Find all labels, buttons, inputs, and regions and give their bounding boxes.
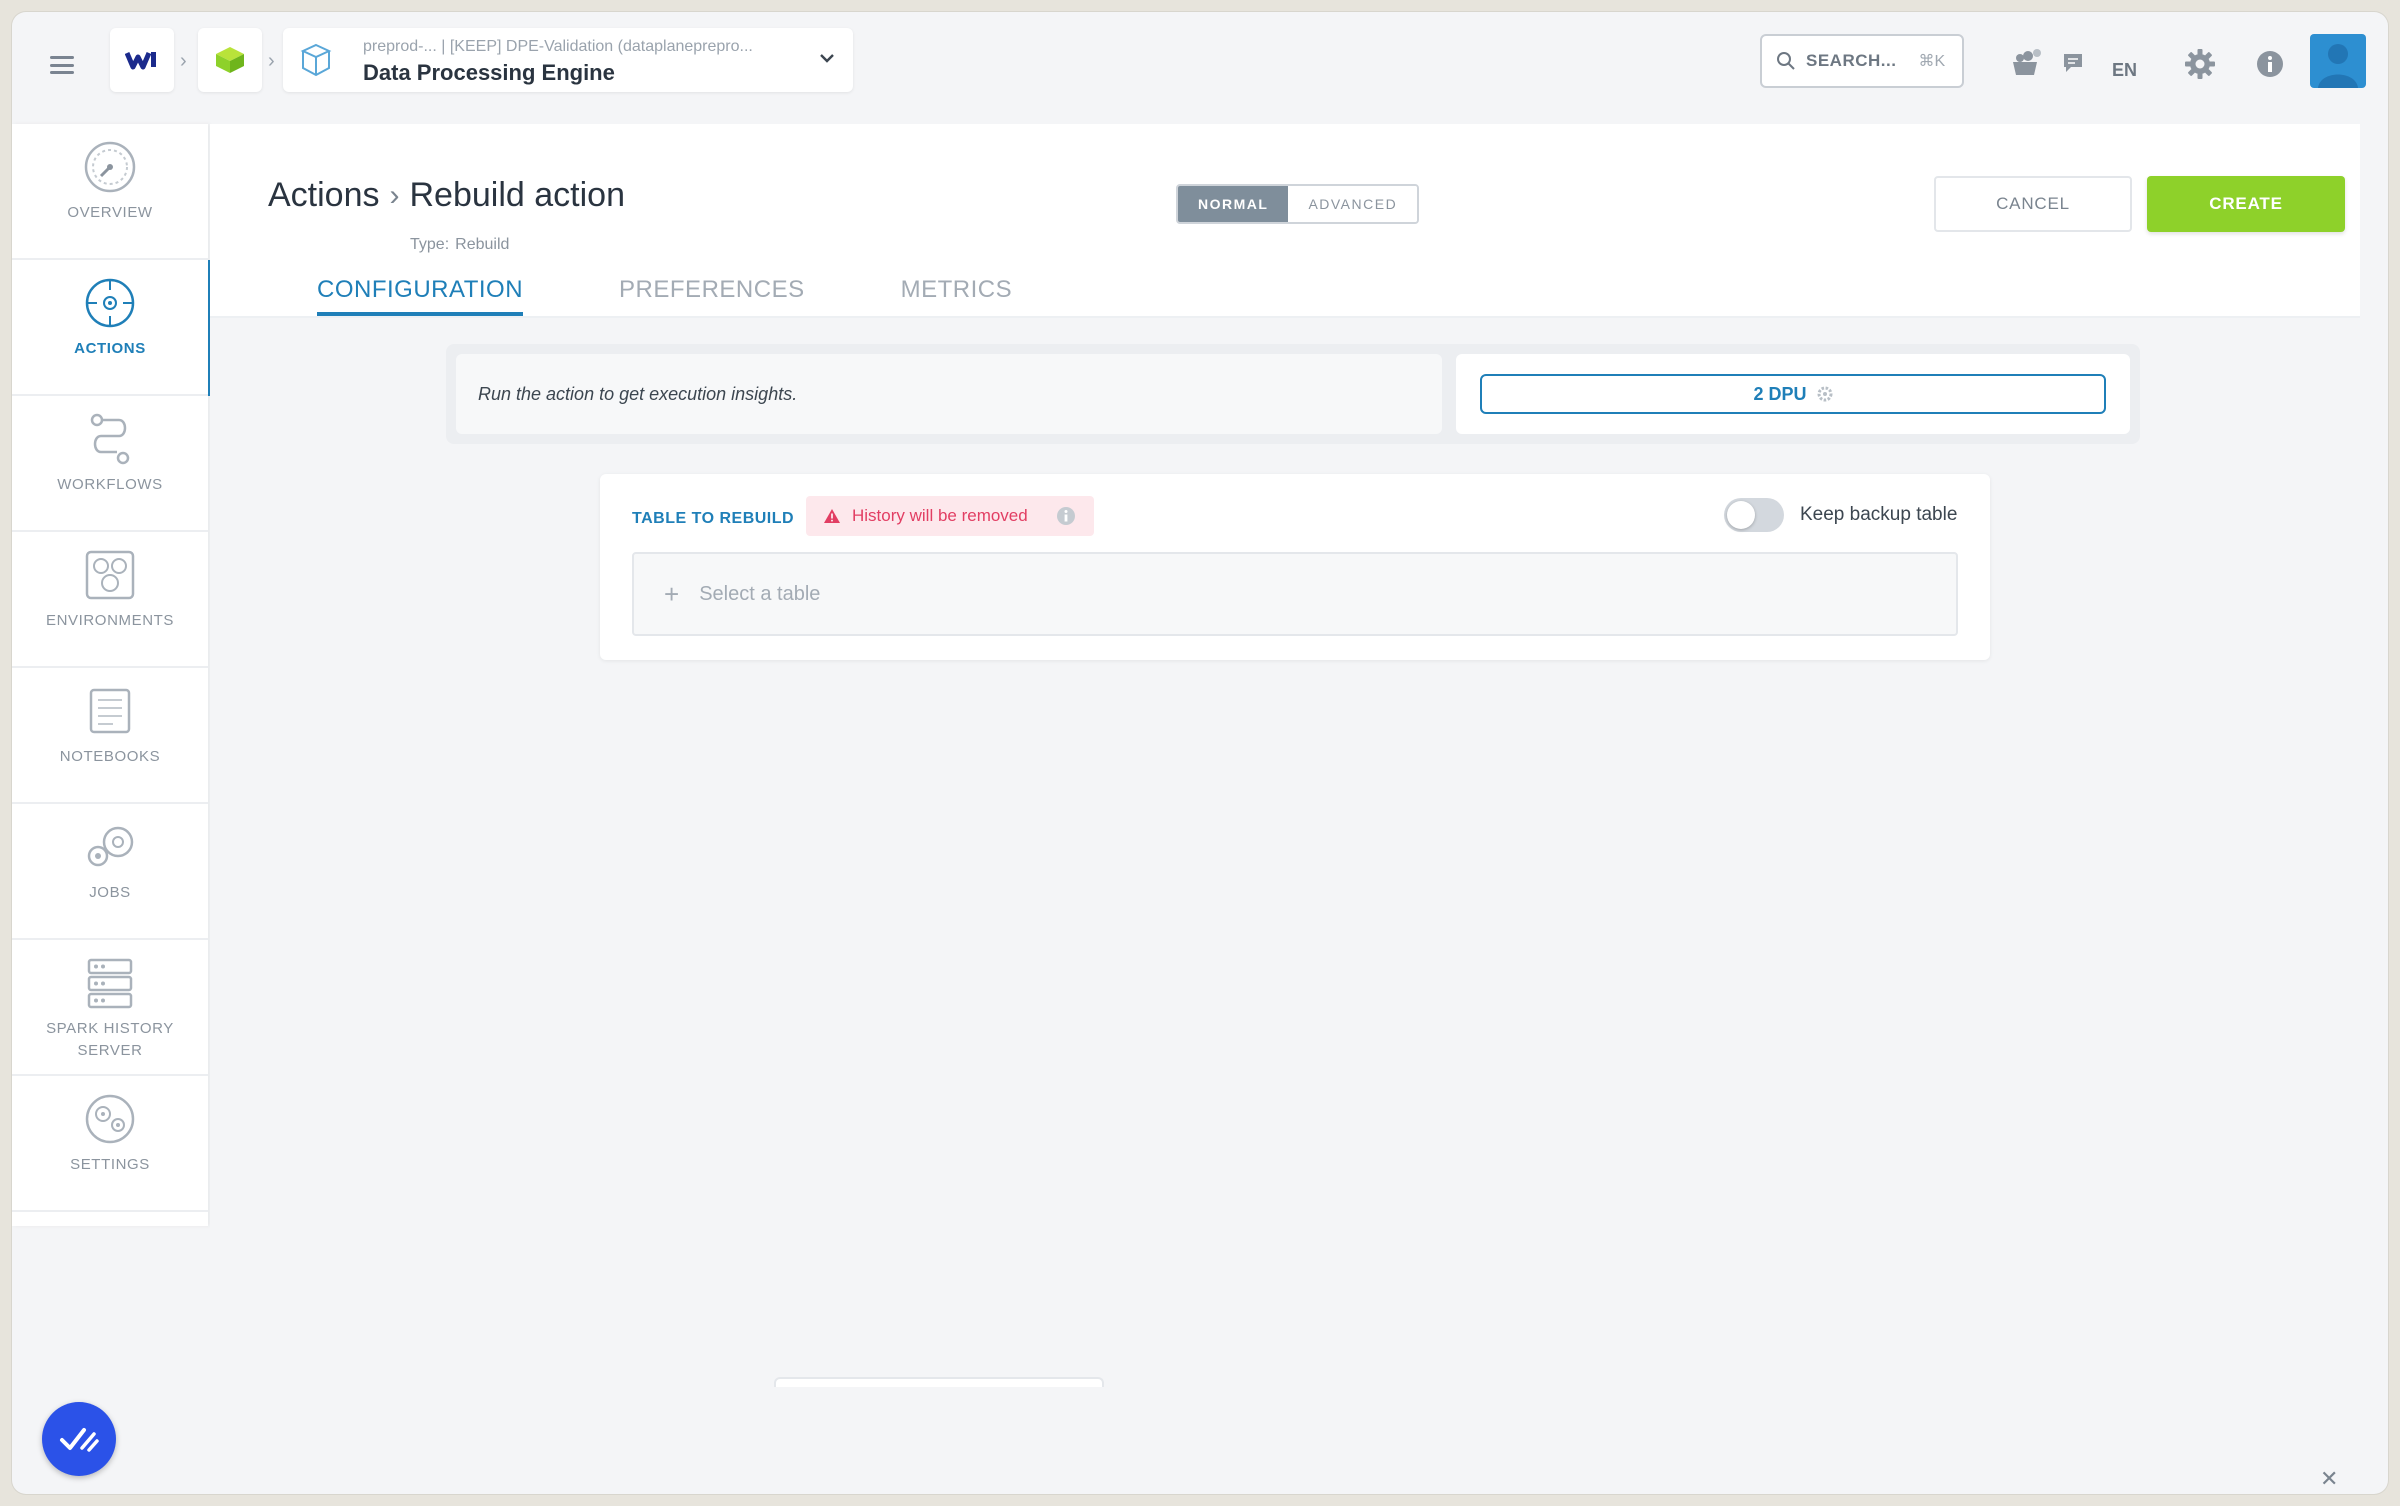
sidebar-item-label: JOBS: [89, 884, 131, 901]
breadcrumb-root[interactable]: Actions: [268, 176, 380, 215]
sidebar-item-environments[interactable]: ENVIRONMENTS: [12, 532, 208, 668]
page-title: Rebuild action: [409, 176, 625, 214]
app-window: › › preprod-... | [KEEP] DPE-Validation …: [12, 12, 2388, 1494]
org-logo-button[interactable]: [110, 28, 174, 92]
gauge-icon: [83, 140, 137, 194]
chevron-right-icon: ›: [180, 50, 187, 72]
sidebar-item-label: NOTEBOOKS: [59, 748, 161, 765]
gear-icon[interactable]: [2184, 48, 2216, 85]
org-logo-icon: [125, 52, 156, 70]
jobs-icon: [83, 820, 137, 874]
target-icon: [83, 276, 137, 330]
info-icon[interactable]: [1056, 506, 1076, 526]
close-icon[interactable]: ✕: [2320, 1466, 2338, 1492]
sidebar-item-settings[interactable]: SETTINGS: [12, 1076, 208, 1212]
insight-text: Run the action to get execution insights…: [456, 354, 1442, 434]
sidebar-item-label: ACTIONS: [74, 340, 146, 357]
tab-bar: CONFIGURATION PREFERENCES METRICS: [317, 276, 1108, 316]
box-icon: [300, 43, 332, 77]
bottom-drawer-handle[interactable]: [774, 1377, 1104, 1387]
sidebar-item-label: WORKFLOWS: [57, 476, 163, 493]
configuration-content: Run the action to get execution insights…: [210, 318, 2360, 1494]
user-icon: [2318, 44, 2358, 88]
sidebar-item-label: ENVIRONMENTS: [45, 612, 175, 629]
toggle-knob: [1727, 501, 1755, 529]
search-input[interactable]: SEARCH... ⌘K: [1760, 34, 1964, 88]
gear-icon: [1817, 386, 1832, 402]
workflow-icon: [83, 412, 137, 466]
assistant-button[interactable]: [42, 1402, 116, 1476]
environments-icon: [83, 548, 137, 602]
sidebar-item-actions[interactable]: ACTIONS: [12, 260, 214, 396]
mode-advanced-button[interactable]: ADVANCED: [1288, 186, 1418, 222]
search-label: SEARCH...: [1806, 51, 1897, 70]
tab-configuration[interactable]: CONFIGURATION: [317, 276, 524, 316]
keep-backup-label: Keep backup table: [1800, 504, 1958, 525]
select-table-field[interactable]: + Select a table: [632, 552, 1958, 636]
workspace-button[interactable]: [198, 28, 262, 92]
warning-text: History will be removed: [852, 506, 1028, 525]
breadcrumb: Actions › Rebuild action: [268, 176, 625, 215]
dpu-card: 2 DPU: [1456, 354, 2130, 434]
sidebar: OVERVIEW ACTIONS WORKFLOWS ENVIRONMENTS …: [12, 124, 214, 1226]
notifications-icon[interactable]: [2010, 48, 2042, 83]
history-warning-badge: History will be removed: [806, 496, 1094, 536]
warning-icon: [824, 509, 840, 523]
sidebar-item-notebooks[interactable]: NOTEBOOKS: [12, 668, 208, 804]
mode-normal-button[interactable]: NORMAL: [1178, 186, 1289, 222]
sidebar-item-spark-history-server[interactable]: SPARK HISTORY SERVER: [12, 940, 208, 1076]
select-table-placeholder: Select a table: [699, 582, 821, 605]
notebook-icon: [83, 684, 137, 738]
section-label: TABLE TO REBUILD: [632, 510, 795, 527]
create-button[interactable]: CREATE: [2147, 176, 2345, 232]
project-title: Data Processing Engine: [363, 60, 615, 85]
search-icon: [1777, 52, 1795, 70]
top-bar: › › preprod-... | [KEEP] DPE-Validation …: [12, 12, 2388, 124]
sidebar-item-label: SETTINGS: [70, 1156, 150, 1173]
mode-toggle: NORMAL ADVANCED: [1176, 184, 1420, 224]
cancel-button[interactable]: CANCEL: [1934, 176, 2132, 232]
server-icon: [83, 956, 137, 1010]
menu-icon[interactable]: [50, 56, 74, 74]
chevron-right-icon: ›: [268, 50, 275, 72]
table-to-rebuild-card: TABLE TO REBUILD History will be removed: [600, 474, 1990, 660]
assistant-icon: [60, 1428, 99, 1452]
info-icon[interactable]: [2256, 50, 2284, 83]
chevron-down-icon[interactable]: [817, 48, 837, 68]
sidebar-item-overview[interactable]: OVERVIEW: [12, 124, 208, 260]
sidebar-item-jobs[interactable]: JOBS: [12, 804, 208, 940]
plus-icon: +: [664, 578, 680, 609]
dpu-button[interactable]: 2 DPU: [1480, 374, 2106, 414]
main-panel: Actions › Rebuild action Type: Rebuild NO…: [210, 124, 2360, 1494]
keep-backup-toggle[interactable]: [1724, 498, 1784, 532]
search-shortcut: ⌘K: [1918, 53, 1946, 70]
sidebar-item-label: OVERVIEW: [67, 204, 153, 221]
language-selector[interactable]: EN: [2112, 60, 2137, 81]
project-selector[interactable]: preprod-... | [KEEP] DPE-Validation (dat…: [283, 28, 853, 92]
dpu-label: 2 DPU: [1753, 383, 1807, 404]
chat-icon[interactable]: [2062, 52, 2084, 79]
insight-panel: Run the action to get execution insights…: [446, 344, 2140, 444]
type-label: Type:: [410, 236, 450, 253]
avatar[interactable]: [2310, 34, 2366, 88]
cube-icon: [216, 47, 244, 73]
tab-preferences[interactable]: PREFERENCES: [619, 276, 805, 316]
sidebar-item-workflows[interactable]: WORKFLOWS: [12, 396, 208, 532]
chevron-right-icon: ›: [389, 178, 400, 212]
action-type: Type: Rebuild: [410, 236, 509, 254]
settings-icon: [83, 1092, 137, 1146]
page-header: Actions › Rebuild action Type: Rebuild NO…: [210, 124, 2360, 318]
type-value: Rebuild: [455, 236, 510, 253]
sidebar-item-label: SPARK HISTORY SERVER: [46, 1020, 174, 1059]
tab-metrics[interactable]: METRICS: [901, 276, 1013, 316]
project-path: preprod-... | [KEEP] DPE-Validation (dat…: [363, 38, 753, 55]
